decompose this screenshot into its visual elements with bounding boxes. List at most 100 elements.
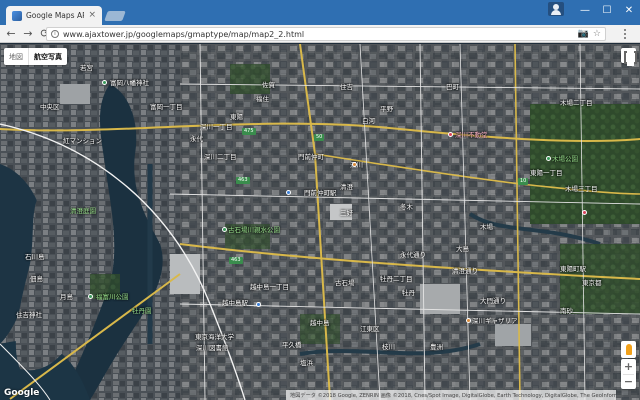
browser-toolbar: ← → ⟳ i www.ajaxtower.jp/googlemaps/gmap… bbox=[0, 25, 640, 43]
fullscreen-button[interactable] bbox=[621, 48, 637, 66]
bookmark-star-icon[interactable]: ☆ bbox=[593, 29, 601, 39]
map-label[interactable]: 深川ギャザリア bbox=[472, 318, 518, 325]
map-label[interactable]: 東京海洋大学 bbox=[195, 334, 234, 341]
forward-button[interactable]: → bbox=[21, 27, 35, 41]
tab-title: Google Maps API サンプル bbox=[26, 11, 85, 20]
route-shield: 475 bbox=[242, 128, 256, 135]
back-button[interactable]: ← bbox=[4, 27, 18, 41]
map-label[interactable]: 永代通り bbox=[400, 252, 426, 259]
map-label[interactable]: 平久橋 bbox=[282, 342, 302, 349]
route-shield: 50 bbox=[314, 134, 325, 141]
map-label[interactable]: 門前仲町駅 bbox=[304, 190, 337, 197]
map-label[interactable]: 白河 bbox=[362, 118, 375, 125]
favicon-icon bbox=[12, 10, 22, 21]
close-button[interactable]: ✕ bbox=[618, 0, 640, 20]
poi-marker[interactable] bbox=[546, 156, 551, 161]
map-label[interactable]: 南砂 bbox=[560, 308, 573, 315]
tab-close-icon[interactable]: × bbox=[88, 11, 96, 20]
map-label[interactable]: 月島 bbox=[60, 294, 73, 301]
map-label[interactable]: 東陽 bbox=[230, 114, 243, 121]
map-label[interactable]: 深川二丁目 bbox=[204, 154, 237, 161]
map-canvas[interactable]: 若宮 富岡八幡神社 中央区 紅マンション 東陽 門前仲町 深川 佐賀 福住 越中… bbox=[0, 44, 640, 400]
map-label[interactable]: 巴町 bbox=[446, 84, 459, 91]
poi-marker[interactable] bbox=[256, 302, 261, 307]
poi-marker[interactable] bbox=[222, 227, 227, 232]
map-label[interactable]: 東陽町駅 bbox=[560, 266, 586, 273]
map-label[interactable]: 富岡一丁目 bbox=[150, 104, 183, 111]
info-icon[interactable]: i bbox=[51, 30, 59, 38]
browser-menu-button[interactable] bbox=[618, 27, 632, 41]
map-label[interactable]: 牡丹二丁目 bbox=[380, 276, 413, 283]
map-label[interactable]: 木場 bbox=[480, 224, 493, 231]
map-label[interactable]: 平野 bbox=[380, 106, 393, 113]
map-label[interactable]: 深川図書館 bbox=[196, 345, 229, 352]
browser-titlebar: Google Maps API サンプル × — ☐ ✕ bbox=[0, 0, 640, 25]
poi-marker[interactable] bbox=[352, 162, 357, 167]
maximize-button[interactable]: ☐ bbox=[596, 0, 618, 20]
new-tab-button[interactable] bbox=[104, 11, 126, 21]
poi-marker[interactable] bbox=[466, 318, 471, 323]
map-label[interactable]: 中央区 bbox=[40, 104, 60, 111]
map-label[interactable]: 住吉神社 bbox=[16, 312, 42, 319]
poi-marker[interactable] bbox=[582, 210, 587, 215]
map-label[interactable]: 豊洲 bbox=[430, 344, 443, 351]
address-bar[interactable]: i www.ajaxtower.jp/googlemaps/gmaptype/m… bbox=[46, 27, 606, 41]
map-label[interactable]: 牡丹園 bbox=[132, 308, 152, 315]
zoom-in-button[interactable]: + bbox=[621, 359, 636, 374]
poi-marker[interactable] bbox=[448, 132, 453, 137]
map-label[interactable]: 木場二丁目 bbox=[560, 100, 593, 107]
map-label[interactable]: 大門通り bbox=[480, 298, 506, 305]
map-label[interactable]: 江東区 bbox=[360, 326, 380, 333]
map-label[interactable]: 古石場川親水公園 bbox=[228, 227, 280, 234]
poi-marker[interactable] bbox=[286, 190, 291, 195]
url-text[interactable]: www.ajaxtower.jp/googlemaps/gmaptype/map… bbox=[63, 30, 574, 39]
map-attribution[interactable]: 地図データ ©2018 Google, ZENRIN 画像 ©2018, Cne… bbox=[286, 390, 616, 400]
browser-tab[interactable]: Google Maps API サンプル × bbox=[6, 6, 102, 25]
map-label[interactable]: 佐賀 bbox=[262, 82, 275, 89]
menu-dot bbox=[624, 33, 626, 35]
minimize-button[interactable]: — bbox=[574, 0, 596, 20]
map-label[interactable]: 東京都 bbox=[582, 280, 602, 287]
camera-icon[interactable]: 📷 bbox=[578, 29, 589, 39]
map-label[interactable]: 石川島 bbox=[25, 254, 45, 261]
map-label[interactable]: 越中島 bbox=[310, 320, 330, 327]
map-label[interactable]: 三好 bbox=[340, 210, 353, 217]
user-profile-icon[interactable] bbox=[548, 2, 564, 16]
map-label[interactable]: 永代 bbox=[190, 136, 203, 143]
map-label[interactable]: 清澄庭園 bbox=[70, 208, 96, 215]
map-label[interactable]: 越中島一丁目 bbox=[250, 284, 289, 291]
map-type-control: 地図 航空写真 bbox=[4, 48, 67, 65]
map-label[interactable]: 深川不動堂 bbox=[455, 132, 488, 139]
map-label[interactable]: 若宮 bbox=[80, 65, 93, 72]
map-label[interactable]: 富岡八幡神社 bbox=[110, 80, 149, 87]
map-label[interactable]: 大島 bbox=[456, 246, 469, 253]
map-label[interactable]: 深川一丁目 bbox=[200, 124, 233, 131]
map-label[interactable]: 住吉 bbox=[340, 84, 353, 91]
map-label[interactable]: 紅マンション bbox=[63, 138, 102, 145]
map-label[interactable]: 塩浜 bbox=[300, 360, 313, 367]
map-label[interactable]: 東陽一丁目 bbox=[530, 170, 563, 177]
map-label[interactable]: 福住 bbox=[256, 96, 269, 103]
map-label[interactable]: 牡丹 bbox=[402, 290, 415, 297]
map-label[interactable]: 清澄通り bbox=[452, 268, 478, 275]
pegman-icon bbox=[625, 344, 632, 355]
map-type-roadmap-button[interactable]: 地図 bbox=[4, 48, 28, 65]
map-label[interactable]: 木場公園 bbox=[552, 156, 578, 163]
route-shield: 463 bbox=[229, 257, 243, 264]
map-label[interactable]: 門前仲町 bbox=[298, 154, 324, 161]
zoom-out-button[interactable]: − bbox=[621, 375, 636, 390]
map-label[interactable]: 清澄 bbox=[340, 184, 353, 191]
route-shield: 10 bbox=[518, 178, 529, 185]
map-label[interactable]: 枝川 bbox=[382, 344, 395, 351]
map-type-satellite-button[interactable]: 航空写真 bbox=[28, 48, 67, 65]
map-label[interactable]: 福富川公園 bbox=[96, 294, 129, 301]
map-label[interactable]: 冬木 bbox=[400, 204, 413, 211]
map-label[interactable]: 古石場 bbox=[335, 280, 355, 287]
poi-marker[interactable] bbox=[102, 80, 107, 85]
satellite-imagery bbox=[0, 44, 640, 400]
poi-marker[interactable] bbox=[88, 294, 93, 299]
street-view-pegman-button[interactable] bbox=[621, 341, 636, 358]
map-label[interactable]: 木場三丁目 bbox=[565, 186, 598, 193]
map-label[interactable]: 佃島 bbox=[30, 276, 43, 283]
map-label[interactable]: 越中島駅 bbox=[222, 300, 248, 307]
